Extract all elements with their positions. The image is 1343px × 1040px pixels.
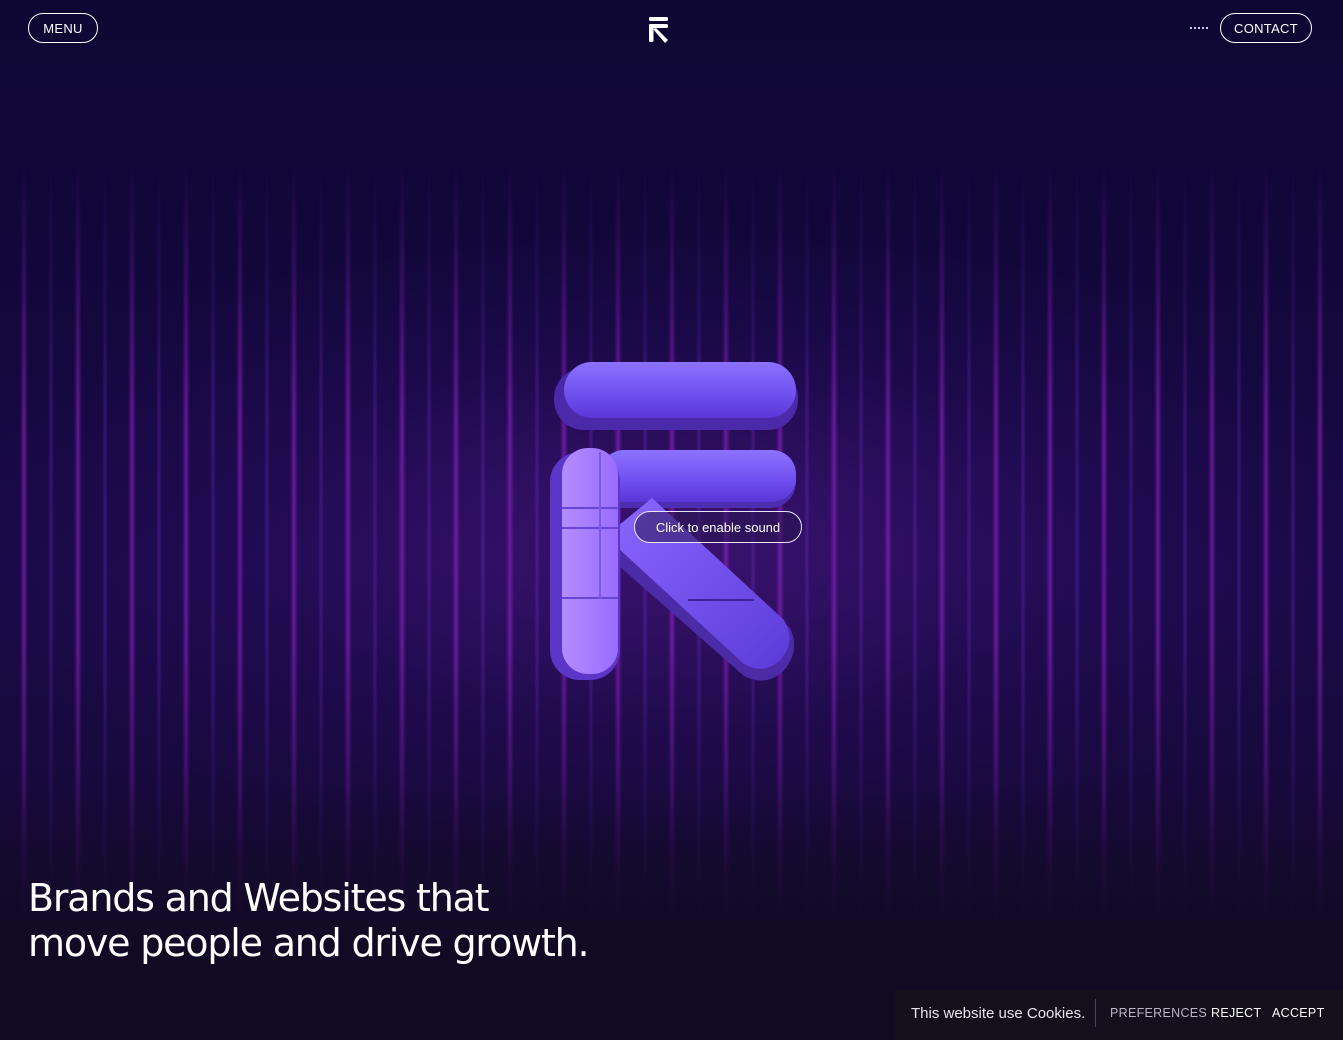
cookie-preferences-button[interactable]: PREFERENCES bbox=[1110, 1006, 1207, 1020]
enable-sound-button[interactable]: Click to enable sound bbox=[634, 511, 802, 543]
menu-button[interactable]: MENU bbox=[28, 13, 98, 43]
cookie-divider bbox=[1095, 999, 1096, 1027]
headline-line-2: move people and drive growth. bbox=[28, 921, 590, 965]
brand-arrow-logo-icon[interactable] bbox=[648, 16, 670, 44]
sound-toggle-icon[interactable] bbox=[1190, 27, 1210, 29]
cookie-reject-button[interactable]: REJECT bbox=[1211, 1006, 1261, 1020]
cookie-accept-button[interactable]: ACCEPT bbox=[1272, 1006, 1325, 1020]
cookie-message: This website use Cookies. bbox=[911, 1005, 1086, 1022]
headline-line-1: Brands and Websites that bbox=[28, 876, 490, 920]
contact-button[interactable]: CONTACT bbox=[1220, 13, 1312, 43]
cookie-banner: This website use Cookies. PREFERENCES RE… bbox=[895, 989, 1343, 1040]
hero-headline: Brands and Websites that move people and… bbox=[28, 876, 590, 966]
hero-page: MENU CONTACT Click to enable sound Brand… bbox=[0, 0, 1343, 1040]
